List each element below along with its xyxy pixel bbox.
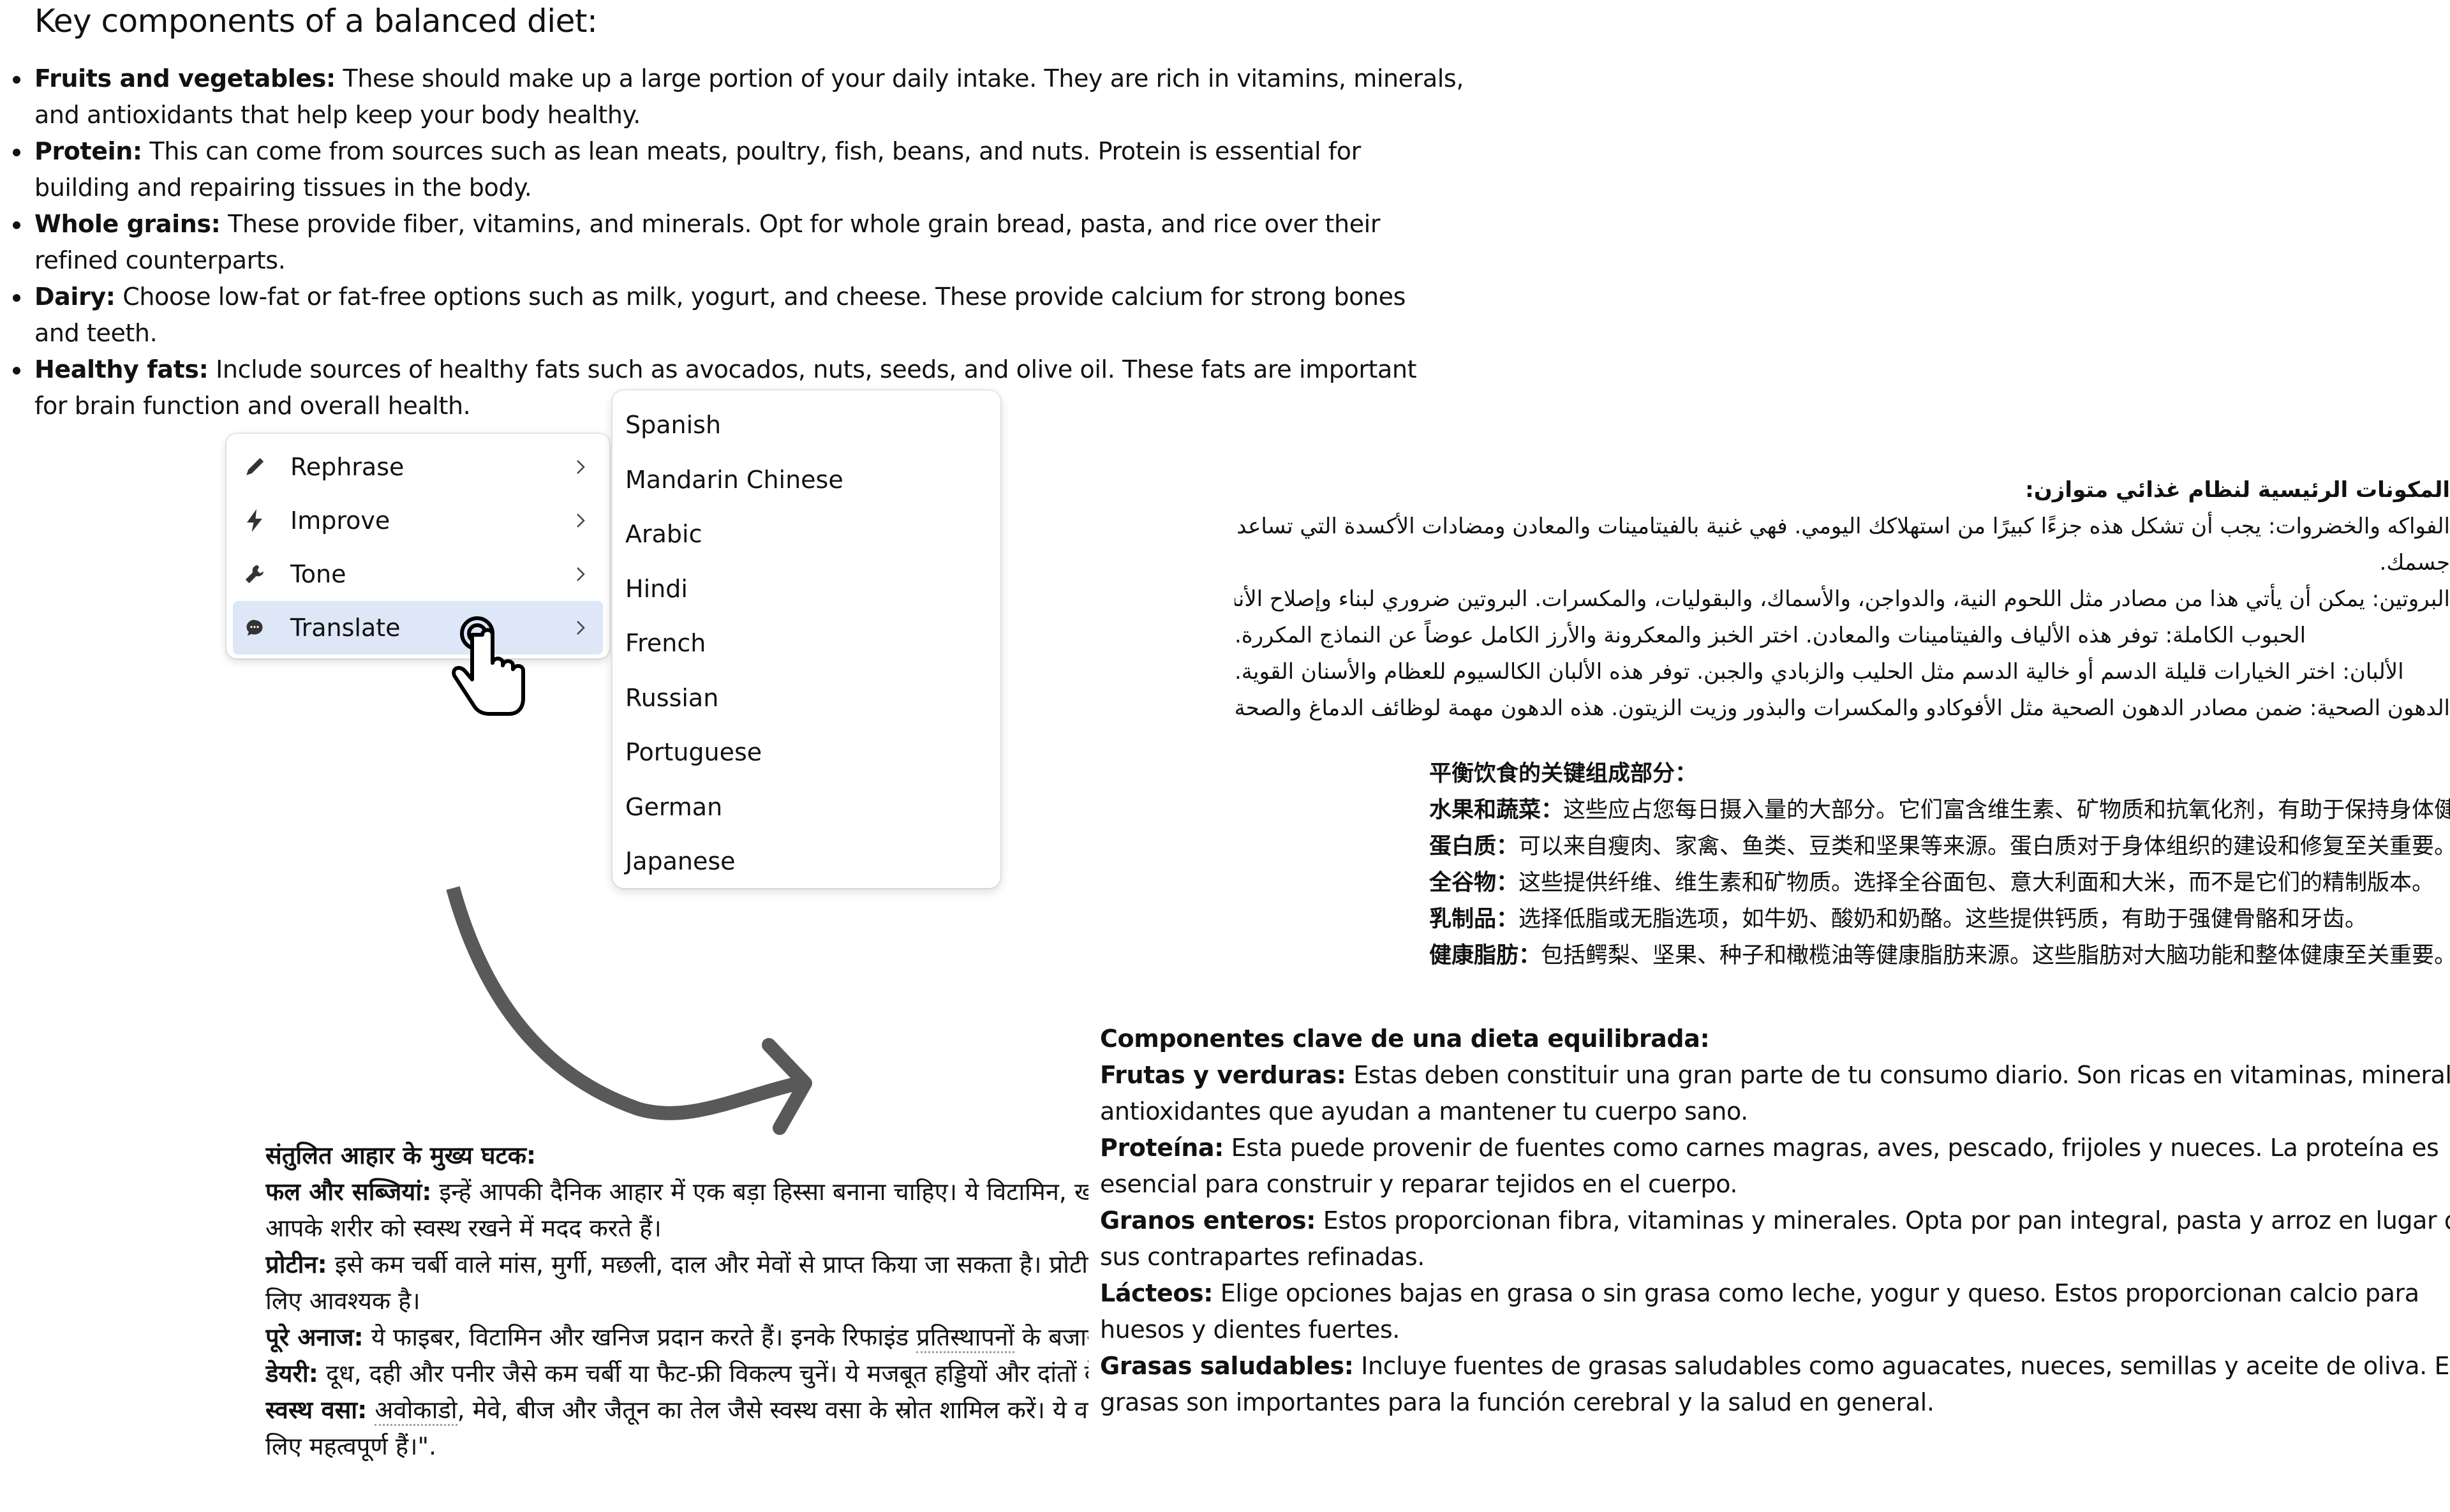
- spanish-line: Frutas y verduras: Estas deben constitui…: [1100, 1061, 2450, 1089]
- item-text: and antioxidants that help keep your bod…: [34, 101, 641, 129]
- menu-item-rephrase[interactable]: Rephrase: [233, 440, 603, 494]
- hindi-translation: संतुलित आहार के मुख्य घटक: फल और सब्जिया…: [265, 1138, 1088, 1465]
- spellcheck-flagged-word[interactable]: अवोकाडो: [375, 1396, 457, 1426]
- arabic-translation: المكونات الرئيسية لنظام غذائي متوازن: ال…: [1235, 472, 2450, 727]
- chevron-right-icon: [577, 460, 585, 474]
- spanish-line: Granos enteros: Estos proporcionan fibra…: [1100, 1206, 2450, 1234]
- list-item: Protein: This can come from sources such…: [0, 133, 1467, 206]
- item-text: Include sources of healthy fats such as …: [208, 355, 1417, 383]
- language-option-french[interactable]: French: [625, 624, 706, 662]
- menu-item-label: Rephrase: [290, 453, 405, 481]
- item-text: This can come from sources such as lean …: [142, 137, 1361, 165]
- language-option-spanish[interactable]: Spanish: [625, 406, 721, 444]
- arabic-line: الدهون الصحية: ضمن مصادر الدهون الصحية م…: [1235, 695, 2450, 721]
- curved-arrow-icon: [446, 886, 812, 1135]
- item-text: building and repairing tissues in the bo…: [34, 174, 532, 202]
- page-title: Key components of a balanced diet:: [34, 3, 598, 40]
- hindi-line: लिए आवश्यक है।: [265, 1287, 420, 1315]
- hindi-title: संतुलित आहार के मुख्य घटक:: [265, 1141, 537, 1169]
- item-text: These should make up a large portion of …: [335, 64, 1464, 93]
- list-item: Dairy: Choose low-fat or fat-free option…: [0, 279, 1467, 352]
- menu-item-improve[interactable]: Improve: [233, 494, 603, 547]
- arabic-line: الفواكه والخضروات: يجب أن تشكل هذه جزءًا…: [1235, 514, 2450, 539]
- item-text: These provide fiber, vitamins, and miner…: [220, 210, 1381, 238]
- chat-bubble-icon: [242, 615, 267, 641]
- chevron-right-icon: [577, 514, 585, 528]
- hindi-line: पूरे अनाज: ये फाइबर, विटामिन और खनिज प्र…: [265, 1319, 1088, 1356]
- list-item: Fruits and vegetables: These should make…: [0, 61, 1467, 133]
- hindi-line: आपके शरीर को स्वस्थ रखने में मदद करते है…: [265, 1214, 662, 1242]
- language-option-russian[interactable]: Russian: [625, 679, 718, 717]
- hindi-line: डेयरी: दूध, दही और पनीर जैसे कम चर्बी या…: [265, 1360, 1088, 1388]
- source-list: Fruits and vegetables: These should make…: [0, 61, 1467, 424]
- menu-item-translate[interactable]: Translate: [233, 601, 603, 655]
- spanish-translation: Componentes clave de una dieta equilibra…: [1100, 1021, 2450, 1421]
- spanish-line: sus contrapartes refinadas.: [1100, 1243, 1425, 1271]
- arabic-line: الألبان: اختر الخيارات قليلة الدسم أو خا…: [1235, 659, 2404, 685]
- menu-item-label: Translate: [290, 614, 401, 642]
- item-text: refined counterparts.: [34, 246, 286, 274]
- wrench-icon: [242, 561, 267, 587]
- chevron-right-icon: [577, 567, 585, 581]
- spanish-line: antioxidantes que ayudan a mantener tu c…: [1100, 1097, 1748, 1125]
- lightning-icon: [242, 508, 267, 533]
- spanish-line: Proteína: Esta puede provenir de fuentes…: [1100, 1134, 2439, 1162]
- chinese-title: 平衡饮食的关键组成部分：: [1429, 761, 1698, 787]
- chinese-line: 水果和蔬菜：这些应占您每日摄入量的大部分。它们富含维生素、矿物质和抗氧化剂，有助…: [1429, 797, 2450, 823]
- hindi-line: प्रोटीन: इसे कम चर्बी वाले मांस, मुर्गी,…: [265, 1250, 1088, 1279]
- spanish-line: grasas son importantes para la función c…: [1100, 1388, 1934, 1416]
- spanish-line: esencial para construir y reparar tejido…: [1100, 1170, 1738, 1198]
- spellcheck-flagged-word[interactable]: प्रतिस्थापनों: [916, 1323, 1014, 1353]
- list-item: Whole grains: These provide fiber, vitam…: [0, 206, 1467, 279]
- item-text: for brain function and overall health.: [34, 392, 471, 420]
- pencil-icon: [242, 454, 267, 480]
- arabic-title: المكونات الرئيسية لنظام غذائي متوازن:: [2025, 477, 2450, 503]
- chinese-line: 全谷物：这些提供纤维、维生素和矿物质。选择全谷面包、意大利面和大米，而不是它们的…: [1429, 870, 2435, 896]
- chinese-line: 健康脂肪：包括鳄梨、坚果、种子和橄榄油等健康脂肪来源。这些脂肪对大脑功能和整体健…: [1429, 943, 2450, 968]
- item-term: Healthy fats:: [34, 355, 209, 383]
- language-option-portuguese[interactable]: Portuguese: [625, 733, 762, 771]
- hindi-line: स्वस्थ वसा: अवोकाडो, मेवे, बीज और जैतून …: [265, 1392, 1088, 1428]
- hindi-line: लिए महत्वपूर्ण हैं।".: [265, 1432, 437, 1460]
- menu-item-label: Tone: [290, 560, 346, 588]
- arabic-line: الحبوب الكاملة: توفر هذه الألياف والفيتا…: [1235, 623, 2306, 648]
- arabic-line: جسمك.: [2379, 550, 2450, 575]
- chinese-line: 蛋白质：可以来自瘦肉、家禽、鱼类、豆类和坚果等来源。蛋白质对于身体组织的建设和修…: [1429, 834, 2450, 859]
- chinese-translation: 平衡饮食的关键组成部分： 水果和蔬菜：这些应占您每日摄入量的大部分。它们富含维生…: [1429, 756, 2450, 974]
- language-option-mandarin-chinese[interactable]: Mandarin Chinese: [625, 461, 843, 499]
- hindi-line: फल और सब्जियां: इन्हें आपकी दैनिक आहार म…: [265, 1178, 1088, 1206]
- spanish-line: Grasas saludables: Incluye fuentes de gr…: [1100, 1352, 2450, 1380]
- spanish-title: Componentes clave de una dieta equilibra…: [1100, 1025, 1710, 1053]
- chevron-right-icon: [577, 621, 585, 635]
- item-text: and teeth.: [34, 319, 158, 347]
- language-option-german[interactable]: German: [625, 788, 722, 826]
- ai-actions-menu: Rephrase Improve Tone Translate: [226, 434, 609, 658]
- spanish-line: huesos y dientes fuertes.: [1100, 1316, 1400, 1344]
- menu-item-tone[interactable]: Tone: [233, 547, 603, 601]
- arabic-line: البروتين: يمكن أن يأتي هذا من مصادر مثل …: [1235, 586, 2450, 612]
- item-term: Whole grains:: [34, 210, 221, 238]
- language-submenu: Spanish Mandarin Chinese Arabic Hindi Fr…: [612, 390, 1000, 888]
- item-term: Dairy:: [34, 283, 115, 311]
- language-option-arabic[interactable]: Arabic: [625, 515, 702, 553]
- hand-pointer-cursor-icon: [452, 616, 525, 716]
- item-term: Protein:: [34, 137, 142, 165]
- menu-item-label: Improve: [290, 507, 390, 535]
- item-term: Fruits and vegetables:: [34, 64, 336, 93]
- spanish-line: Lácteos: Elige opciones bajas en grasa o…: [1100, 1279, 2419, 1307]
- item-text: Choose low-fat or fat-free options such …: [115, 283, 1406, 311]
- language-option-hindi[interactable]: Hindi: [625, 570, 688, 608]
- chinese-line: 乳制品：选择低脂或无脂选项，如牛奶、酸奶和奶酪。这些提供钙质，有助于强健骨骼和牙…: [1429, 907, 2368, 932]
